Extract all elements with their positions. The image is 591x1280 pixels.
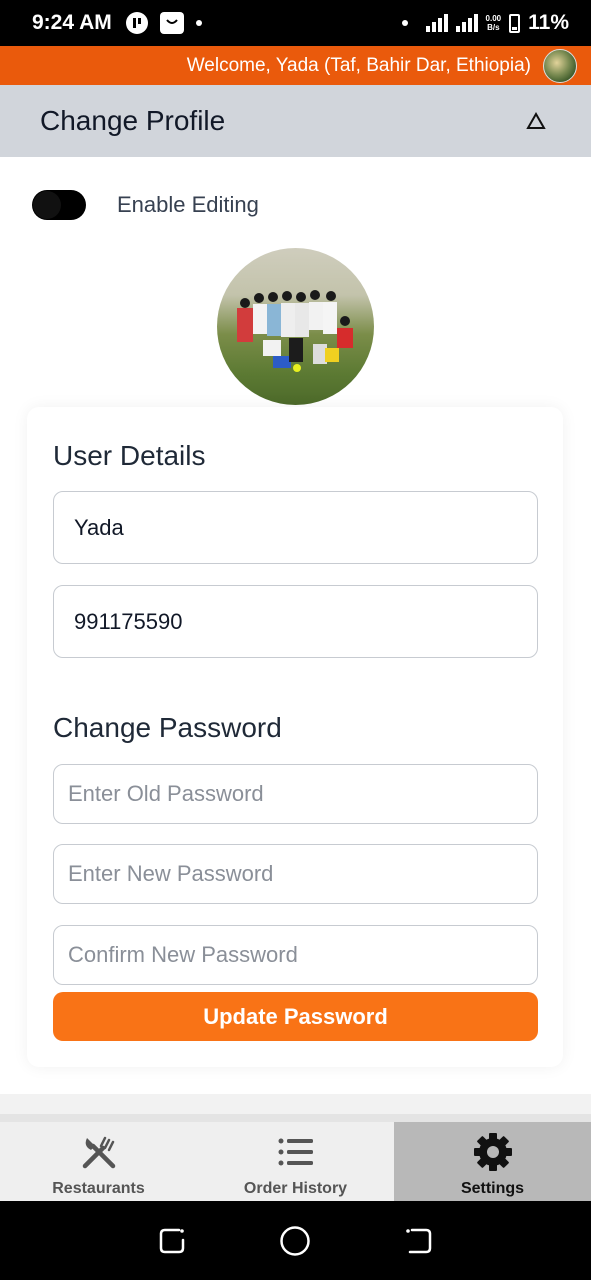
nav-item-restaurants[interactable]: Restaurants — [0, 1122, 197, 1201]
change-password-title: Change Password — [53, 712, 282, 743]
shopping-bag-icon — [159, 12, 184, 34]
enable-editing-row: Enable Editing — [32, 190, 259, 220]
profile-photo[interactable] — [217, 248, 374, 405]
enable-editing-label: Enable Editing — [117, 192, 259, 217]
back-icon — [406, 1228, 432, 1253]
page-title: Change Profile — [40, 105, 226, 136]
toggle-knob — [33, 191, 61, 219]
main-content: Enable Editing User Details Yada 9911755… — [0, 157, 591, 1094]
name-field[interactable]: Yada — [53, 491, 538, 564]
signal-icon — [455, 14, 478, 32]
notification-dot-icon — [401, 20, 408, 26]
signal-icon — [425, 14, 448, 32]
enable-editing-toggle[interactable] — [32, 190, 86, 220]
recent-apps-button[interactable] — [155, 1224, 189, 1258]
old-password-input[interactable] — [53, 764, 538, 824]
update-password-button[interactable]: Update Password — [53, 992, 538, 1041]
battery-percent: 11% — [528, 11, 569, 34]
recent-apps-icon — [159, 1228, 185, 1253]
confirm-password-input[interactable] — [53, 925, 538, 985]
home-button[interactable] — [278, 1224, 312, 1258]
nav-item-settings[interactable]: Settings — [394, 1122, 591, 1201]
group-photo-image — [237, 290, 353, 372]
welcome-bar: Welcome, Yada (Taf, Bahir Dar, Ethiopia) — [0, 46, 591, 85]
gear-icon — [473, 1132, 513, 1172]
status-time: 9:24 AM — [32, 11, 112, 34]
home-circle-icon — [280, 1225, 311, 1256]
system-nav-bar — [0, 1201, 591, 1280]
app-notification-icon — [125, 12, 148, 34]
user-details-title: User Details — [53, 440, 206, 471]
bottom-nav: Restaurants Order History Settings — [0, 1114, 591, 1201]
nav-item-order-history[interactable]: Order History — [197, 1122, 394, 1201]
back-button[interactable] — [402, 1224, 436, 1258]
profile-card: User Details Yada 991175590 Change Passw… — [27, 407, 563, 1067]
phone-field[interactable]: 991175590 — [53, 585, 538, 658]
nav-label-restaurants: Restaurants — [52, 1180, 145, 1197]
status-bar: 9:24 AM 0.00 B/s 11% — [0, 0, 591, 46]
avatar[interactable] — [543, 48, 577, 83]
net-speed-value: 0.00 — [485, 14, 502, 23]
battery-icon — [509, 13, 521, 33]
collapse-button[interactable] — [521, 106, 551, 136]
triangle-up-icon — [526, 112, 546, 129]
net-speed-unit: B/s — [487, 23, 500, 32]
page-header: Change Profile — [0, 85, 591, 157]
list-icon — [276, 1132, 316, 1172]
welcome-text: Welcome, Yada (Taf, Bahir Dar, Ethiopia) — [186, 54, 531, 76]
notification-dot-icon — [195, 20, 202, 26]
net-speed: 0.00 B/s — [486, 14, 502, 32]
nav-label-settings: Settings — [460, 1180, 525, 1197]
new-password-input[interactable] — [53, 844, 538, 904]
nav-label-order-history: Order History — [243, 1180, 348, 1197]
fork-knife-icon — [79, 1132, 119, 1172]
